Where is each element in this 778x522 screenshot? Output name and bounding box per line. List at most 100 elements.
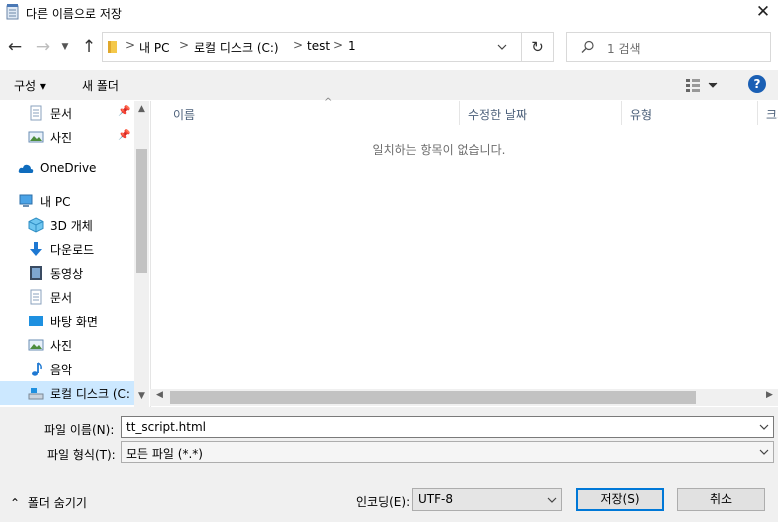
hide-folders-button[interactable]: ⌃ 폴더 숨기기 [10,494,87,511]
folder-icon [108,41,117,53]
new-folder-button[interactable]: 새 폴더 [82,77,119,94]
sidebar-item-label: 바탕 화면 [50,315,98,329]
breadcrumb-1[interactable]: 1 [348,39,356,53]
scroll-left-icon[interactable]: ◀ [152,390,167,400]
sidebar-item-label: 다운로드 [50,243,95,257]
sidebar-item-onedrive[interactable]: OneDrive [0,157,134,181]
sidebar-item-videos[interactable]: 동영상 [0,261,134,285]
organize-button[interactable]: 구성 ▾ [14,77,46,94]
breadcrumb-separator: > [293,38,304,52]
filetype-label: 파일 형식(T): [47,448,116,462]
help-button[interactable]: ? [748,75,766,93]
document-icon [30,289,42,305]
file-list[interactable]: 이름 ^ 수정한 날짜 유형 크기 일치하는 항목이 없습니다. [150,97,778,407]
sidebar-item-label: 로컬 디스크 (C: [50,387,130,401]
sidebar-item-pictures-pinned[interactable]: 사진 📌 [0,125,134,149]
breadcrumb-test[interactable]: test [307,39,330,53]
computer-icon [19,194,33,207]
cube-icon [28,217,44,233]
sidebar-item-label: 사진 [50,339,73,353]
sidebar-item-3d-objects[interactable]: 3D 개체 [0,213,134,237]
column-header-size[interactable]: 크기 [758,101,778,125]
forward-button[interactable]: → [32,37,54,59]
sidebar-item-label: 문서 [50,107,73,121]
scroll-down-icon[interactable]: ▼ [134,391,149,401]
breadcrumb-local-disk[interactable]: 로컬 디스크 (C:) [194,39,279,56]
download-icon [30,242,42,256]
hide-folders-label: 폴더 숨기기 [27,496,87,510]
chevron-down-icon [547,497,557,503]
refresh-button[interactable]: ↻ [522,32,554,62]
sidebar-item-label: 3D 개체 [50,219,93,233]
pictures-icon [28,131,44,143]
sidebar-item-music[interactable]: 음악 [0,357,134,381]
search-box[interactable]: 1 검색 [566,32,771,62]
sidebar-item-downloads[interactable]: 다운로드 [0,237,134,261]
up-button[interactable]: ↑ [78,37,100,59]
column-header-type[interactable]: 유형 [622,101,758,125]
chevron-down-icon[interactable] [759,420,769,434]
scroll-right-icon[interactable]: ▶ [762,390,777,400]
sidebar-item-my-pc[interactable]: 내 PC [0,189,134,213]
back-button[interactable]: ← [4,37,26,59]
address-bar[interactable]: > 내 PC > 로컬 디스크 (C:) > test > 1 [102,32,522,62]
sidebar-item-documents-pinned[interactable]: 문서 📌 [0,101,134,125]
navigation-pane: 문서 📌 사진 📌 OneDrive 내 PC 3D 개체 다운로드 동영상 문… [0,101,149,407]
filename-value: tt_script.html [126,420,206,434]
sidebar-item-label: 문서 [50,291,73,305]
filename-field[interactable]: tt_script.html [121,416,774,438]
help-icon: ? [753,77,761,91]
sidebar-item-pictures[interactable]: 사진 [0,333,134,357]
sidebar-item-desktop[interactable]: 바탕 화면 [0,309,134,333]
empty-list-message: 일치하는 항목이 없습니다. [372,143,506,157]
search-icon [581,40,594,53]
encoding-label: 인코딩(E): [356,495,411,509]
column-header-label: 수정한 날짜 [468,108,528,122]
drive-icon [28,388,44,400]
sidebar-item-documents[interactable]: 문서 [0,285,134,309]
close-button[interactable]: ✕ [748,0,778,26]
save-button[interactable]: 저장(S) [576,488,664,511]
filetype-select[interactable]: 모든 파일 (*.*) [121,441,774,463]
filename-label: 파일 이름(N): [44,423,115,437]
sidebar-item-label: 사진 [50,131,73,145]
encoding-select[interactable]: UTF-8 [412,488,562,511]
cloud-icon [18,164,34,173]
view-options-icon[interactable] [685,76,719,94]
column-header-label: 유형 [630,108,653,122]
column-header-name[interactable]: 이름 ^ [165,97,460,125]
search-input[interactable]: 1 검색 [607,40,641,57]
window-title: 다른 이름으로 저장 [26,7,122,21]
pictures-icon [28,339,44,351]
document-icon [30,105,42,121]
close-icon: ✕ [755,2,771,22]
sidebar-item-local-disk[interactable]: 로컬 디스크 (C: [0,381,134,405]
sidebar-item-label: OneDrive [40,161,97,175]
breadcrumb-separator: > [333,38,344,52]
sidebar-item-label: 음악 [50,363,73,377]
sidebar-scrollbar[interactable]: ▲ ▼ [134,101,149,407]
arrow-right-icon: → [35,37,51,57]
file-list-hscrollbar[interactable]: ◀ ▶ [150,389,778,406]
scrollbar-thumb[interactable] [170,391,696,404]
cancel-button[interactable]: 취소 [677,488,765,511]
address-history-chevron-icon[interactable] [496,38,508,56]
scrollbar-thumb[interactable] [136,149,147,273]
chevron-up-icon: ⌃ [10,496,21,510]
arrow-left-icon: ← [7,37,23,57]
breadcrumb-my-pc[interactable]: 내 PC [139,39,169,56]
desktop-icon [29,316,43,326]
encoding-value: UTF-8 [418,492,453,506]
pin-icon: 📌 [118,130,131,141]
refresh-icon: ↻ [531,38,544,56]
recent-locations-button[interactable]: ▼ [58,37,72,59]
title-bar: 다른 이름으로 저장 ✕ [0,0,778,26]
column-header-date-modified[interactable]: 수정한 날짜 [460,101,622,125]
sidebar-item-label: 동영상 [50,267,84,281]
command-bar: 구성 ▾ 새 폴더 ? [0,70,778,100]
sidebar-item-label: 내 PC [40,195,71,209]
chevron-down-icon [759,449,769,455]
pin-icon: 📌 [118,106,131,117]
sort-ascending-icon: ^ [324,97,333,108]
scroll-up-icon[interactable]: ▲ [134,104,149,114]
